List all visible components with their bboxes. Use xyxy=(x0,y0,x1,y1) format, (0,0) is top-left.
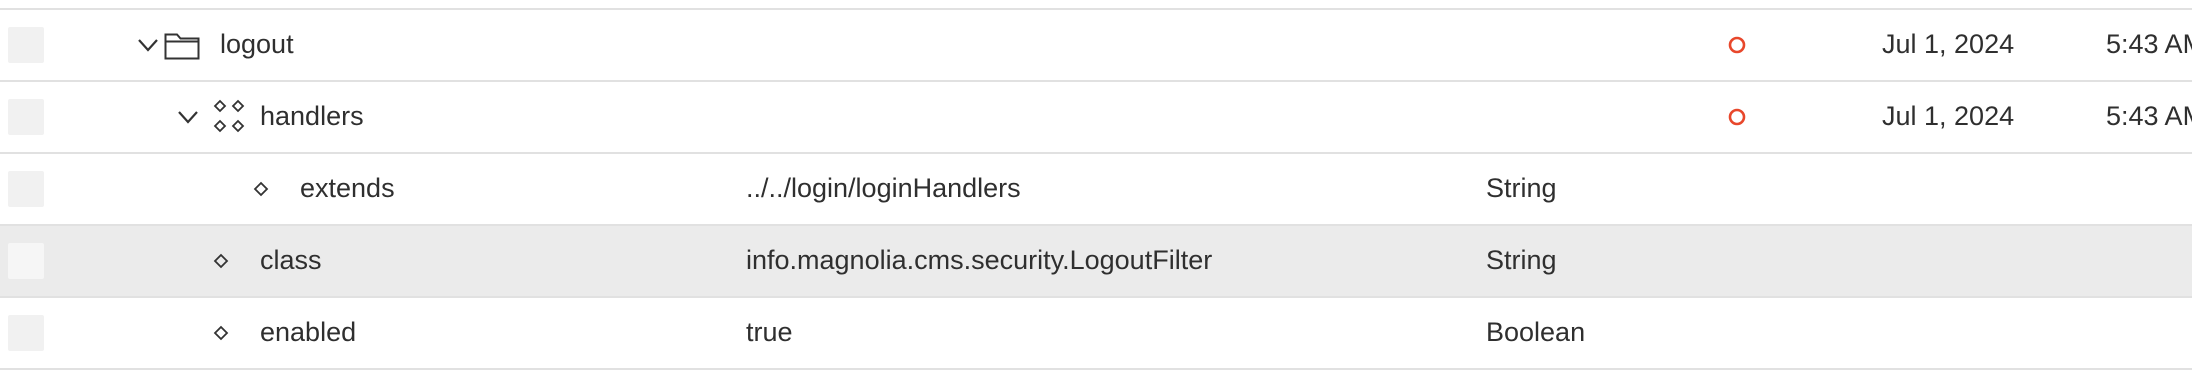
property-type: String xyxy=(1486,245,1557,275)
modified-time: 5:43 AM xyxy=(2106,101,2192,131)
property-value[interactable]: info.magnolia.cms.security.LogoutFilter xyxy=(746,226,1212,294)
status-modified-icon xyxy=(1727,35,1747,55)
property-icon xyxy=(213,325,229,341)
content-node-icon xyxy=(212,99,246,137)
folder-icon xyxy=(164,30,200,68)
property-name: class xyxy=(260,245,322,275)
property-value[interactable]: ../../login/loginHandlers xyxy=(746,154,1021,222)
row-select-checkbox[interactable] xyxy=(8,243,44,279)
node-name: handlers xyxy=(260,101,364,131)
property-type: Boolean xyxy=(1486,317,1586,347)
property-icon xyxy=(253,181,269,197)
tree-row-logout[interactable]: logout Jul 1, 2024 5:43 AM xyxy=(0,8,2192,80)
property-name: enabled xyxy=(260,317,357,347)
tree-row-class[interactable]: class info.magnolia.cms.security.LogoutF… xyxy=(0,224,2192,296)
property-name: extends xyxy=(300,173,395,203)
row-select-checkbox[interactable] xyxy=(8,171,44,207)
status-modified-icon xyxy=(1727,107,1747,127)
row-select-checkbox[interactable] xyxy=(8,315,44,351)
modified-time: 5:43 AM xyxy=(2106,29,2192,59)
modified-date: Jul 1, 2024 xyxy=(1882,101,2015,131)
chevron-down-icon[interactable] xyxy=(175,104,201,130)
node-name: logout xyxy=(220,29,294,59)
tree-row-enabled[interactable]: enabled true Boolean xyxy=(0,296,2192,370)
tree-row-handlers[interactable]: handlers Jul 1, 2024 5:43 AM xyxy=(0,80,2192,152)
modified-date: Jul 1, 2024 xyxy=(1882,29,2015,59)
property-value[interactable]: true xyxy=(746,298,793,366)
row-select-checkbox[interactable] xyxy=(8,99,44,135)
tree-row-extends[interactable]: extends ../../login/loginHandlers String xyxy=(0,152,2192,224)
chevron-down-icon[interactable] xyxy=(135,32,161,58)
property-type: String xyxy=(1486,173,1557,203)
property-icon xyxy=(213,253,229,269)
config-tree-grid: logout Jul 1, 2024 5:43 AM handlers Jul … xyxy=(0,0,2192,372)
row-select-checkbox[interactable] xyxy=(8,27,44,63)
